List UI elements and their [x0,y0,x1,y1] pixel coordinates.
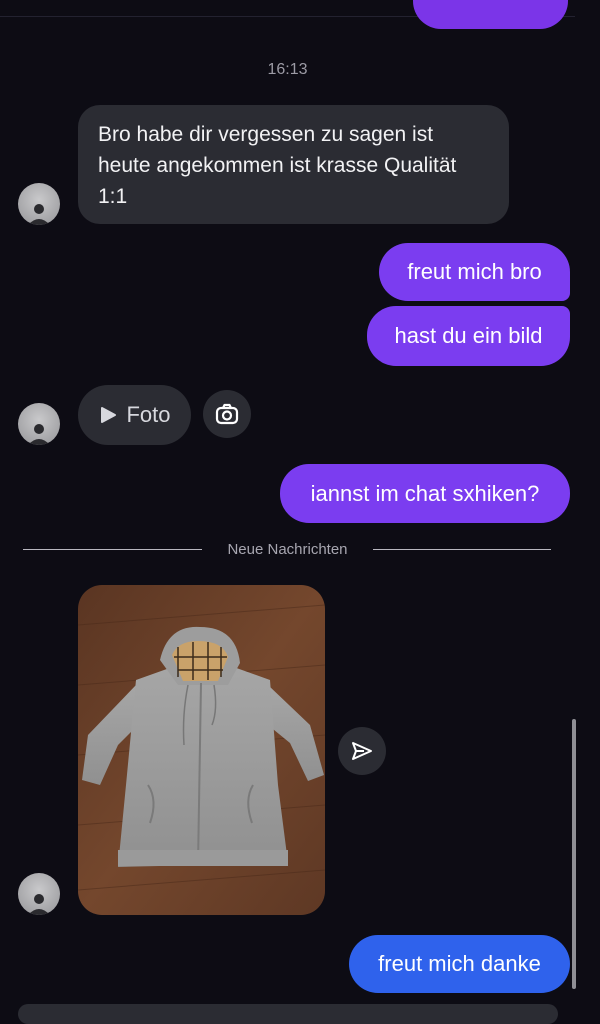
new-messages-label: Neue Nachrichten [227,541,348,558]
incoming-message[interactable]: Bro habe dir vergessen zu sagen ist heut… [78,105,509,224]
avatar-placeholder-icon [28,424,50,445]
outgoing-message[interactable]: iannst im chat sxhiken? [280,464,570,523]
avatar-placeholder-icon [28,204,50,225]
divider-line-right [373,549,551,550]
send-share-icon [352,742,372,760]
photo-message-image[interactable] [78,585,325,915]
photo-message-button[interactable]: Foto [78,385,191,445]
camera-icon [215,403,239,425]
camera-button[interactable] [203,390,251,438]
hoodie-photo [78,585,325,915]
outgoing-message[interactable]: freut mich danke [349,935,570,993]
avatar[interactable] [18,873,60,915]
scrollbar[interactable] [572,719,576,989]
outgoing-message[interactable]: freut mich bro [379,243,570,301]
previous-outgoing-bubble[interactable] [413,0,568,29]
photo-label: Foto [126,402,171,427]
timestamp: 16:13 [267,61,308,78]
avatar[interactable] [18,403,60,445]
divider-line-left [23,549,202,550]
message-input-bar[interactable] [18,1004,558,1024]
play-icon [101,407,117,423]
share-button[interactable] [338,727,386,775]
avatar-placeholder-icon [28,894,50,915]
outgoing-message[interactable]: hast du ein bild [367,306,570,366]
avatar[interactable] [18,183,60,225]
